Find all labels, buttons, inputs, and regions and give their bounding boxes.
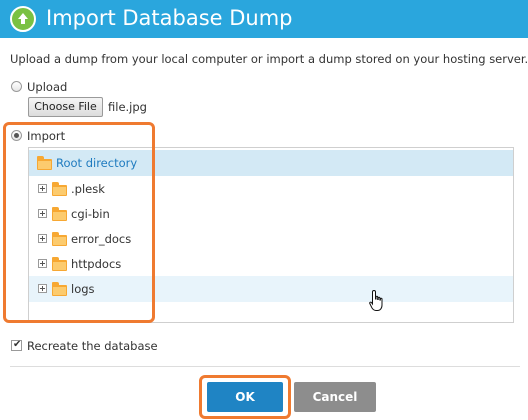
tree-label: httpdocs: [71, 257, 122, 271]
expand-plus-icon[interactable]: [38, 234, 47, 243]
expand-plus-icon[interactable]: [38, 209, 47, 218]
tree-row-httpdocs[interactable]: httpdocs: [29, 251, 513, 277]
recreate-database-checkbox[interactable]: ✔: [11, 339, 22, 351]
upload-radio[interactable]: [11, 81, 22, 92]
selected-file-name: file.jpg: [108, 100, 147, 114]
import-radio-label[interactable]: Import: [27, 129, 65, 143]
expand-plus-icon[interactable]: [38, 184, 47, 193]
upload-arrow-icon: [10, 6, 36, 32]
tree-row-plesk[interactable]: .plesk: [29, 176, 513, 202]
folder-icon: [52, 282, 67, 296]
footer-divider: [10, 366, 520, 367]
ok-button[interactable]: OK: [207, 382, 283, 412]
folder-open-icon: [37, 156, 52, 170]
dialog-titlebar: Import Database Dump: [0, 0, 528, 38]
upload-radio-label[interactable]: Upload: [27, 80, 67, 94]
tree-label: error_docs: [71, 232, 132, 246]
tree-label: logs: [71, 282, 95, 296]
import-radio[interactable]: [11, 130, 22, 141]
recreate-database-label[interactable]: Recreate the database: [27, 339, 158, 353]
folder-icon: [52, 232, 67, 246]
folder-icon: [52, 207, 67, 221]
cancel-button[interactable]: Cancel: [294, 382, 376, 412]
folder-icon: [52, 257, 67, 271]
directory-tree[interactable]: Root directory .plesk cgi-bin error_docs…: [28, 147, 514, 323]
checkmark-icon: ✔: [13, 339, 22, 350]
expand-plus-icon[interactable]: [38, 284, 47, 293]
dialog-title: Import Database Dump: [46, 6, 293, 30]
hand-cursor-icon: [368, 289, 388, 317]
tree-row-root-directory[interactable]: Root directory: [29, 150, 513, 176]
tree-row-error-docs[interactable]: error_docs: [29, 226, 513, 252]
folder-icon: [52, 182, 67, 196]
tree-label: Root directory: [56, 156, 138, 170]
tree-row-cgi-bin[interactable]: cgi-bin: [29, 201, 513, 227]
choose-file-button[interactable]: Choose File: [28, 97, 103, 117]
dialog-description: Upload a dump from your local computer o…: [10, 52, 528, 66]
tree-row-logs[interactable]: logs: [29, 276, 513, 302]
tree-label: cgi-bin: [71, 207, 110, 221]
expand-plus-icon[interactable]: [38, 259, 47, 268]
tree-label: .plesk: [71, 182, 105, 196]
